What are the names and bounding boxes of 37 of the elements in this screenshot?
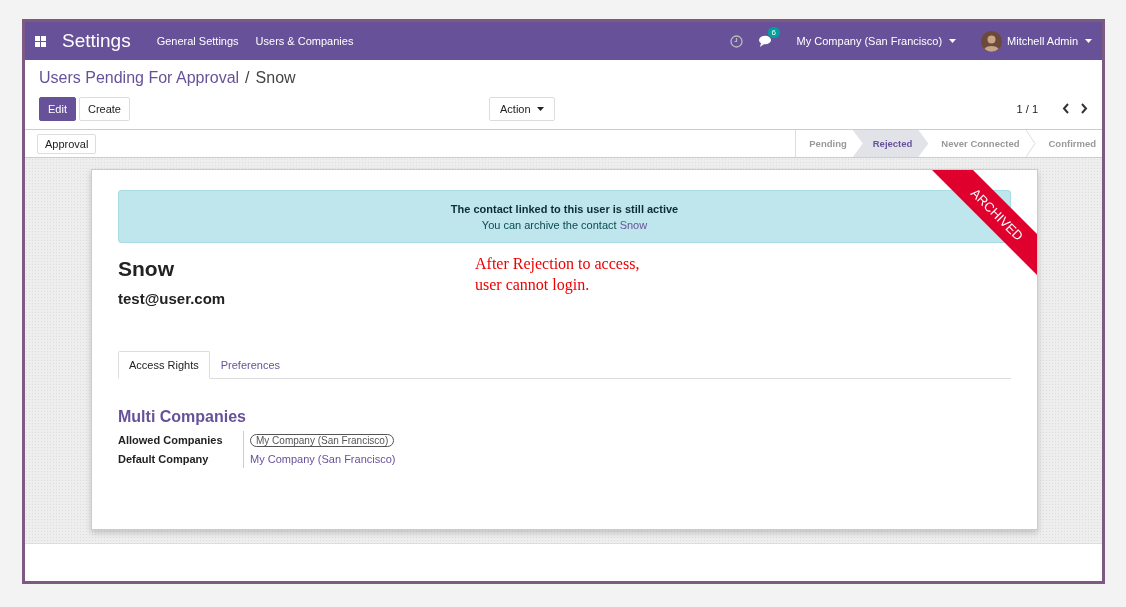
breadcrumb-separator: / [245,69,250,87]
message-count-badge: 6 [767,26,781,38]
next-icon[interactable] [1080,103,1088,114]
apps-menu-icon[interactable] [35,35,46,47]
menu-item[interactable]: Users & Companies [255,35,354,47]
user-name: Snow [118,257,175,281]
form-tab[interactable]: Preferences [209,351,291,379]
action-button[interactable]: Action [489,96,555,121]
contact-link[interactable]: Snow [619,218,648,231]
annotation-note: After Rejection to access, user cannot login. [475,254,640,296]
alert-title: The contact linked to this user is still active [450,202,679,215]
company-switcher[interactable]: My Company (San Francisco) [796,35,957,47]
chat-icon[interactable] [758,34,773,48]
caret-icon [536,106,544,111]
chevron-divider [1025,130,1036,157]
field-label: Allowed Companies [118,433,224,448]
breadcrumb-current: Snow [255,69,296,87]
create-button[interactable]: Create [78,96,130,121]
caret-icon [1085,39,1092,43]
pager-counter: 1 / 1 [1016,102,1038,115]
status-stage[interactable]: Rejected [852,130,929,157]
section-title: Multi Companies [118,408,247,426]
user-menu[interactable]: Mitchell Admin [1007,35,1092,47]
edit-button[interactable]: Edit [39,96,76,121]
field-label: Default Company [118,452,210,467]
company-link[interactable]: My Company (San Francisco) [250,453,396,465]
avatar-icon [981,30,1003,52]
clock-icon[interactable] [729,34,743,48]
form-tab[interactable]: Access Rights [118,351,210,379]
caret-icon [949,39,957,43]
user-login: test@user.com [118,290,227,307]
app-title: Settings [62,30,131,52]
breadcrumb-link[interactable]: Users Pending For Approval [39,69,240,87]
approval-button[interactable]: Approval [37,133,97,154]
menu-item[interactable]: General Settings [156,35,239,47]
alert-message: You can archive the contact Snow [481,218,648,231]
previous-icon[interactable] [1062,103,1070,114]
